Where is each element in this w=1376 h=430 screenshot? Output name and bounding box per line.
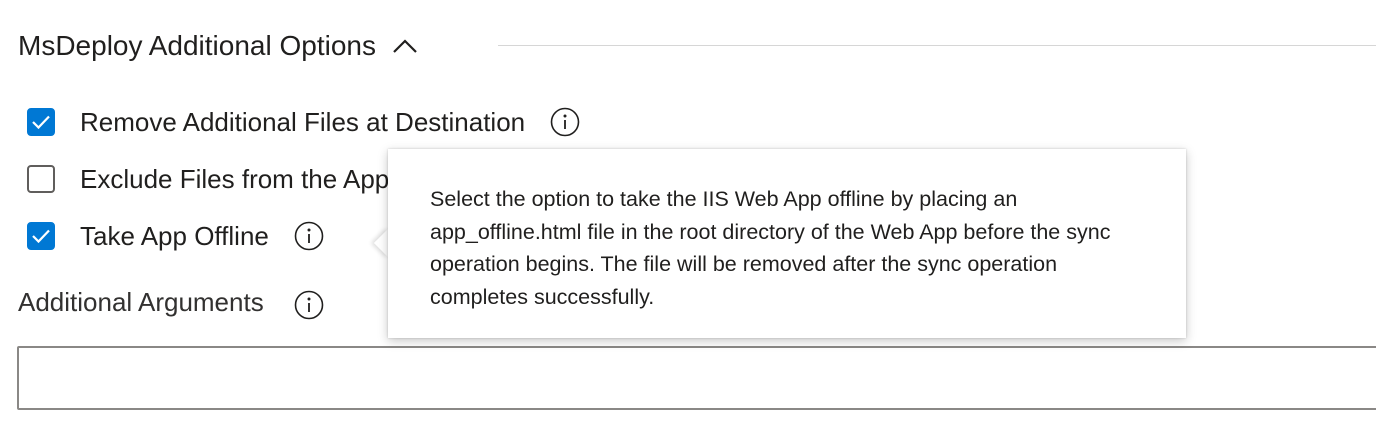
checkmark-icon bbox=[32, 229, 50, 244]
option-remove-additional-files[interactable]: Remove Additional Files at Destination bbox=[27, 106, 580, 138]
section-title: MsDeploy Additional Options bbox=[18, 30, 376, 61]
additional-arguments-label: Additional Arguments bbox=[18, 286, 264, 317]
additional-arguments-label-row: Additional Arguments bbox=[18, 282, 324, 322]
info-icon[interactable] bbox=[294, 290, 324, 320]
additional-arguments-input[interactable] bbox=[17, 346, 1376, 410]
checkbox-remove-additional-files[interactable] bbox=[27, 108, 55, 136]
tooltip-text: Select the option to take the IIS Web Ap… bbox=[430, 187, 1111, 309]
option-label: Remove Additional Files at Destination bbox=[80, 106, 526, 137]
option-label: Take App Offline bbox=[80, 220, 269, 251]
checkbox-exclude-app-data[interactable] bbox=[27, 165, 55, 193]
checkmark-icon bbox=[32, 115, 50, 130]
info-icon[interactable] bbox=[294, 221, 324, 251]
section-divider bbox=[498, 45, 1376, 46]
section-header[interactable]: MsDeploy Additional Options bbox=[18, 24, 418, 68]
info-icon[interactable] bbox=[550, 107, 580, 137]
option-take-app-offline[interactable]: Take App Offline bbox=[27, 220, 324, 252]
chevron-up-icon[interactable] bbox=[392, 38, 418, 54]
checkbox-take-app-offline[interactable] bbox=[27, 222, 55, 250]
tooltip-callout: Select the option to take the IIS Web Ap… bbox=[388, 149, 1186, 338]
